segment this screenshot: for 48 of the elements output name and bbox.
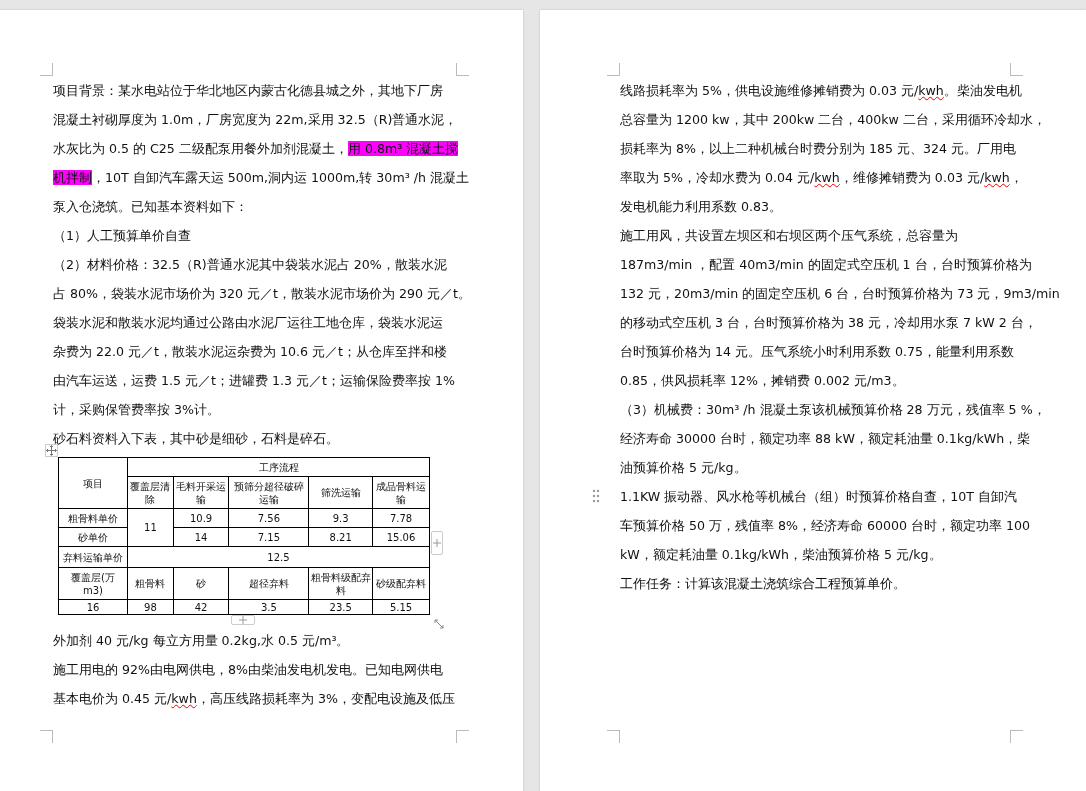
table-cell: 42: [173, 599, 229, 615]
paragraph: 外加剂 40 元/kg 每立方用量 0.2kg,水 0.5 元/m³。: [53, 632, 350, 650]
table-cell: 粗骨料: [127, 567, 174, 600]
table-cell: 超径弃料: [228, 567, 309, 600]
table-cell: 14: [173, 527, 229, 547]
resize-handle-icon[interactable]: [434, 619, 444, 629]
paragraph: 项目背景：某水电站位于华北地区内蒙古化德县城之外，其地下厂房 混凝土衬砌厚度为 1.0m，厂房宽度为 22m,采用 32.5（R)普通水泥， 水灰比为 0.5 的 C25 二级配泵用餐外加剂混凝土，用 0.8m³ 混凝土搅 机拌制，10T 自卸汽车露天运 500m,洞内运 1000m,转 30m³ /h 混凝土 泵入仓浇筑。已知基本资料如下：: [53, 82, 469, 216]
table-cell: 覆盖层清除: [127, 476, 174, 509]
table-cell: 23.5: [308, 599, 373, 615]
table-cell: 覆盖层(万 m3): [58, 567, 128, 600]
table-cell: 项目: [58, 457, 128, 509]
drag-handle-icon[interactable]: [592, 489, 600, 503]
table-cell: 16: [58, 599, 128, 615]
table-cell: 98: [127, 599, 174, 615]
table-cell: 砂单价: [58, 527, 128, 547]
paragraph: （2）材料价格：32.5（R)普通水泥其中袋装水泥占 20%，散装水泥 占 80%，袋装水泥市场价为 320 元／t，散装水泥市场价为 290 元／t。 袋装水泥和散装水泥均通过公路由水泥厂运往工地仓库，袋装水泥运 杂费为 22.0 元／t，散装水泥运杂费为 10.6 元／t；从仓库至拌和楼 由汽车运送，运费 1.5 元／t；进罐费 1.3 元／t；运输保险费率按 1% 计，采购保管费率按 3%计。: [53, 256, 471, 419]
move-handle-icon[interactable]: [45, 444, 58, 457]
table-cell: 砂: [173, 567, 229, 600]
table-cell: 工序流程: [127, 457, 430, 477]
table-cell: 10.9: [173, 508, 229, 528]
table-cell: 粗骨料单价: [58, 508, 128, 528]
table-cell: 7.56: [228, 508, 309, 528]
table-cell: 砂级配弃料: [372, 567, 430, 600]
table-cell: 弃料运输单价: [58, 546, 128, 568]
table-cell: 毛料开采运输: [173, 476, 229, 509]
add-row-icon[interactable]: [231, 615, 255, 625]
table-cell: 筛洗运输: [308, 476, 373, 509]
paragraph: 施工用电的 92%由电网供电，8%由柴油发电机发电。已知电网供电 基本电价为 0.45 元/kwh，高压线路损耗率为 3%，变配电设施及低压: [53, 661, 455, 708]
paragraph: 施工用风，共设置左坝区和右坝区两个压气系统，总容量为 187m3/min ，配置 40m3/min 的固定式空压机 1 台，台时预算价格为 132 元，20m3/min 的固定空压机 6 台，台时预算价格为 73 元，9m3/min 的移动式空压机 3 台，台时预算价格为 38 元，冷却用水泵 7 kW 2 台， 台时预算价格为 14 元。压气系统小时利用系数 0.75，能量利用系数 0.85，供风损耗率 12%，摊销费 0.002 元/m3。: [620, 227, 1060, 390]
paragraph: 工作任务：计算该混凝土浇筑综合工程预算单价。: [620, 575, 906, 593]
table-cell: 11: [127, 508, 174, 547]
table-cell: 9.3: [308, 508, 373, 528]
paragraph: 1.1KW 振动器、风水枪等机械台（组）时预算价格自查，10T 自卸汽 车预算价格 50 万，残值率 8%，经济寿命 60000 台时，额定功率 100 kW，额定耗油量 0.1kg/kWh，柴油预算价格 5 元/kg。: [620, 482, 1031, 569]
add-column-icon[interactable]: [431, 531, 443, 555]
paragraph: （3）机械费：30m³ /h 混凝土泵该机械预算价格 28 万元，残值率 5 %， 经济寿命 30000 台时，额定功率 88 kW，额定耗油量 0.1kg/kWh，柴 油预算价格 5 元/kg。: [620, 401, 1046, 477]
table-cell: 7.15: [228, 527, 309, 547]
paragraph: （1）人工预算单价自查: [53, 227, 191, 245]
table-cell: 5.15: [372, 599, 430, 615]
paragraph: 砂石料资料入下表，其中砂是细砂，石料是碎石。: [53, 430, 339, 448]
table-cell: 粗骨料级配弃料: [308, 567, 373, 600]
table-cell: 3.5: [228, 599, 309, 615]
table-cell: 预筛分超径破碎运输: [228, 476, 309, 509]
table-cell: 8.21: [308, 527, 373, 547]
paragraph: 线路损耗率为 5%，供电设施维修摊销费为 0.03 元/kwh。柴油发电机 总容量为 1200 kw，其中 200kw 二台，400kw 二台，采用循环冷却水， 损耗率为 8%，以上二种机械台时费分别为 185 元、324 元。厂用电 率取为 5%，冷却水费为 0.04 元/kwh，维修摊销费为 0.03 元/kwh， 发电机能力利用系数 0.83。: [620, 82, 1046, 216]
table-cell: 7.78: [372, 508, 430, 528]
table-cell: 成品骨料运输: [372, 476, 430, 509]
table-cell: 12.5: [127, 546, 430, 568]
table-cell: 15.06: [372, 527, 430, 547]
